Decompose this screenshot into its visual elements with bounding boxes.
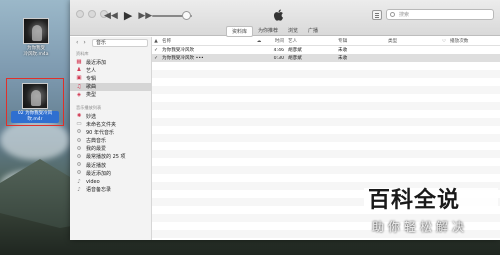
song-name: 为你我受冷风吹 ••• [162,56,204,61]
gear-icon: ⚙ [76,145,82,152]
play-icon[interactable]: ▶ [124,9,132,22]
sidebar-item-recently-played[interactable]: ⚙ 最近播放 [70,161,152,169]
sidebar-item-recently-added[interactable]: ▦ 最近添加 [70,58,152,66]
fast-forward-icon[interactable]: ▶▶ [138,11,152,21]
cloud [0,120,70,160]
playlist-icon: ♪ [77,178,81,185]
table-row-selected[interactable]: ✓ 为你我受冷风吹 ••• 0:30 胡彦斌 未收 [152,54,500,62]
sidebar-item-genius[interactable]: ✺ 妙选 [70,112,152,120]
forward-icon[interactable]: › [83,39,85,46]
desktop-file-label: 02 为你我受冷风 吹.m4r [11,111,59,123]
genius-icon: ✺ [76,113,82,120]
column-album[interactable]: 专辑 [336,38,384,44]
gear-icon: ⚙ [76,153,82,160]
sidebar-item-voice-memos[interactable]: ♪ 语音备忘录 [70,186,152,194]
sidebar-item-albums[interactable]: ▣ 专辑 [70,74,152,82]
media-type-select[interactable]: 音乐 [92,39,148,47]
heart-icon[interactable]: ♡ [440,39,448,44]
desktop-file-label: 为你我受 冷风吹.m4a [23,46,49,57]
album-art-thumbnail [22,83,48,109]
apple-logo-icon [273,9,284,21]
sidebar-item-top-25[interactable]: ⚙ 最常播放的 25 项 [70,153,152,161]
song-artist: 胡彦斌 [288,48,302,53]
playlist-icon: ♪ [77,186,81,193]
sidebar: ‹ › 音乐 资料库 ▦ 最近添加 ♟ 艺人 ▣ 专辑 ♫ 歌曲 ◈ 类型 音乐播放列表 … [70,37,152,240]
column-name[interactable]: 名称 [160,38,252,44]
sidebar-item-songs[interactable]: ♫ 歌曲 [70,82,152,91]
song-time: 4:46 [273,47,284,53]
sidebar-item-recently-added-playlist[interactable]: ⚙ 最近添加的 [70,169,152,177]
up-next-list-icon[interactable] [372,10,382,20]
watermark: 百科全说 助你轻松解决 [364,188,498,254]
nav-arrows: ‹ › [76,39,86,46]
tab-radio[interactable]: 广播 [303,26,323,37]
desktop-file-m4a[interactable]: 为你我受 冷风吹.m4a [10,18,62,58]
column-time[interactable]: 时间 [266,38,286,44]
rewind-icon[interactable]: ◀◀ [104,11,118,21]
sort-indicator-icon[interactable]: ▲ [152,39,160,44]
sidebar-item-untitled-folder[interactable]: ▭ 未命名文件夹 [70,120,152,128]
artist-icon: ♟ [76,67,82,74]
toolbar: ◀◀ ▶ ▶▶ 搜索 资料库 为你推荐 浏览 广播 [70,0,500,37]
sidebar-item-video[interactable]: ♪ video [70,177,152,185]
watermark-subtitle: 助你轻松解决 [372,220,469,234]
song-icon: ♫ [76,83,82,90]
close-button[interactable] [76,10,84,18]
sidebar-item-favorites[interactable]: ⚙ 我的最爱 [70,145,152,153]
recent-icon: ▦ [76,59,82,66]
gear-icon: ⚙ [76,137,82,144]
sidebar-section-library: 资料库 [76,51,89,56]
sidebar-item-genres[interactable]: ◈ 类型 [70,91,152,99]
song-artist: 胡彦斌 [288,56,302,61]
minimize-button[interactable] [88,10,96,18]
watermark-title: 百科全说 [364,188,498,214]
tab-library[interactable]: 资料库 [226,26,254,37]
folder-icon: ▭ [76,121,82,128]
table-row[interactable]: ✓ 为你我受冷风吹 4:46 胡彦斌 未收 [152,46,500,54]
checkbox[interactable]: ✓ [152,48,160,53]
search-placeholder: 搜索 [399,12,410,18]
sidebar-item-90s-music[interactable]: ⚙ 90 年代音乐 [70,128,152,136]
gear-icon: ⚙ [76,162,82,169]
sidebar-item-classical[interactable]: ⚙ 古典音乐 [70,137,152,145]
song-album: 未收 [338,56,348,61]
checkbox[interactable]: ✓ [152,56,160,61]
gear-icon: ⚙ [76,170,82,177]
album-icon: ▣ [76,75,82,82]
column-header-row: ▲ 名称 ☁ 时间 艺人 专辑 类型 ♡ 播放次数 [152,37,500,46]
desktop-file-m4r-selected[interactable]: 02 为你我受冷风 吹.m4r [6,78,64,126]
tab-browse[interactable]: 浏览 [283,26,303,37]
album-art-thumbnail [23,18,49,44]
volume-knob[interactable] [182,11,191,20]
column-plays[interactable]: 播放次数 [448,38,478,44]
column-genre[interactable]: 类型 [384,38,440,44]
gear-icon: ⚙ [76,129,82,136]
transport-controls: ◀◀ ▶ ▶▶ [104,9,152,22]
song-album: 未收 [338,48,348,53]
song-time: 0:30 [273,55,284,61]
column-artist[interactable]: 艺人 [286,38,336,44]
main-tabs: 资料库 为你推荐 浏览 广播 [226,26,323,37]
sidebar-item-artists[interactable]: ♟ 艺人 [70,66,152,74]
search-icon [390,12,395,17]
cloud-icon[interactable]: ☁ [252,39,266,44]
sidebar-section-playlists: 音乐播放列表 [76,104,102,110]
genre-icon: ◈ [76,91,82,98]
search-input[interactable]: 搜索 [386,9,494,20]
song-name: 为你我受冷风吹 [162,48,195,53]
back-icon[interactable]: ‹ [76,39,78,46]
tab-for-you[interactable]: 为你推荐 [253,26,283,37]
